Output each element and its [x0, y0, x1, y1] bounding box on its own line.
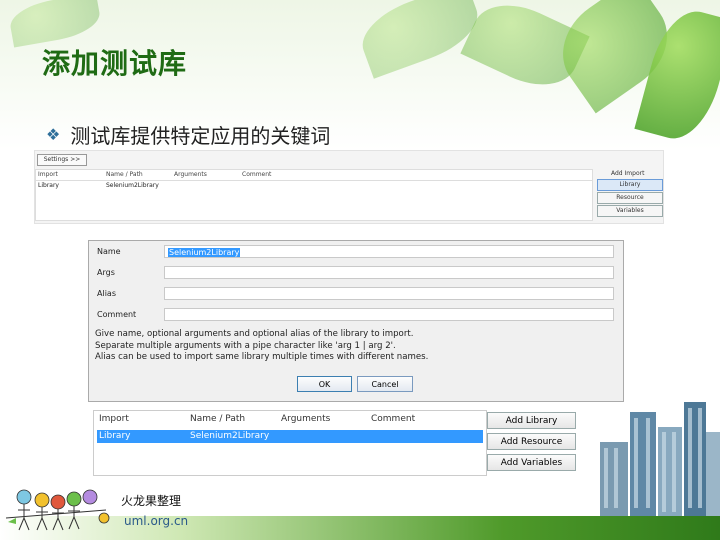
name-value: Selenium2Library: [168, 248, 241, 257]
column-header-comment: Comment: [242, 171, 272, 178]
settings-button[interactable]: Settings >>: [37, 154, 87, 166]
import-table: Import Name / Path Arguments Comment Lib…: [93, 410, 487, 476]
name-field[interactable]: Selenium2Library: [164, 245, 614, 258]
column-header-arguments: Arguments: [174, 171, 207, 178]
args-label: Args: [97, 268, 115, 277]
diamond-bullet-icon: ❖: [46, 125, 61, 144]
cell-import[interactable]: Library: [38, 182, 59, 189]
import-grid: Import Name / Path Arguments Comment Lib…: [35, 169, 593, 221]
table-row[interactable]: Library Selenium2Library: [97, 430, 483, 443]
name-label: Name: [97, 247, 121, 256]
brand-url[interactable]: uml.org.cn: [124, 514, 188, 528]
alias-field[interactable]: [164, 287, 614, 300]
cancel-button[interactable]: Cancel: [357, 376, 413, 392]
cell-name-path: Selenium2Library: [190, 431, 270, 441]
grid-divider: [36, 180, 592, 181]
add-resource-button[interactable]: Resource: [597, 192, 663, 204]
import-settings-panel: Settings >> Import Name / Path Arguments…: [34, 150, 664, 224]
comment-label: Comment: [97, 310, 137, 319]
people-logo: [6, 489, 110, 531]
args-field[interactable]: [164, 266, 614, 279]
column-header-name-path: Name / Path: [106, 171, 143, 178]
column-header-arguments: Arguments: [281, 414, 331, 424]
column-header-import: Import: [99, 414, 129, 424]
ok-button[interactable]: OK: [297, 376, 352, 392]
alias-label: Alias: [97, 289, 116, 298]
help-line: Alias can be used to import same library…: [95, 352, 429, 362]
bullet-point: ❖ 测试库提供特定应用的关键词: [46, 120, 330, 149]
column-header-comment: Comment: [371, 414, 416, 424]
help-line: Give name, optional arguments and option…: [95, 329, 414, 339]
cell-import: Library: [99, 431, 131, 441]
bullet-text: 测试库提供特定应用的关键词: [70, 124, 331, 148]
buildings-image: [600, 402, 720, 516]
help-line: Separate multiple arguments with a pipe …: [95, 340, 396, 351]
brand-name: 火龙果整理: [121, 494, 182, 508]
column-header-import: Import: [38, 171, 58, 178]
help-text: Give name, optional arguments and option…: [95, 329, 428, 364]
library-import-dialog: Name Selenium2Library Args Alias Comment…: [88, 240, 624, 402]
add-library-button[interactable]: Library: [597, 179, 663, 191]
add-variables-button[interactable]: Add Variables: [487, 454, 576, 471]
add-variables-button[interactable]: Variables: [597, 205, 663, 217]
add-import-label: Add Import: [611, 170, 645, 177]
add-library-button[interactable]: Add Library: [487, 412, 576, 429]
comment-field[interactable]: [164, 308, 614, 321]
cell-name-path[interactable]: Selenium2Library: [106, 182, 159, 189]
add-resource-button[interactable]: Add Resource: [487, 433, 576, 450]
column-header-name-path: Name / Path: [190, 414, 246, 424]
page-title: 添加测试库: [42, 47, 188, 80]
